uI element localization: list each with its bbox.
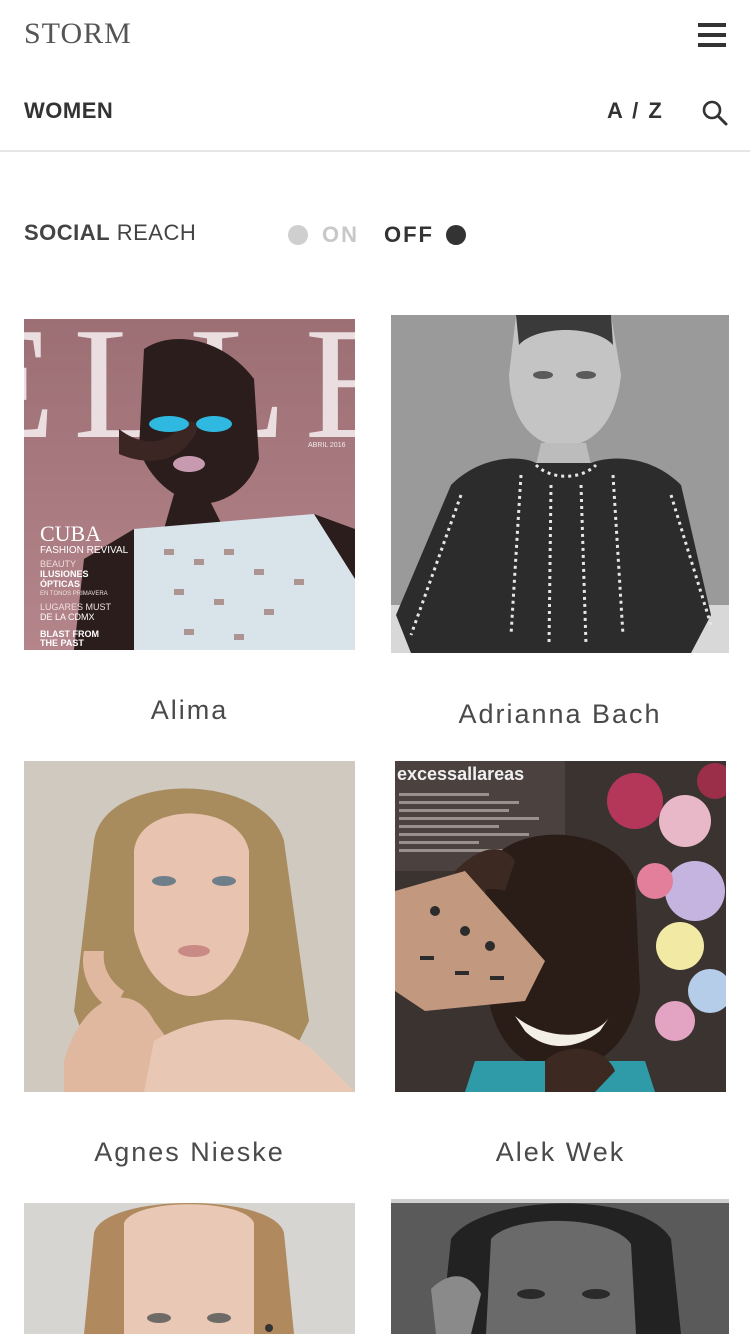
cover-headline: CUBA (40, 521, 101, 546)
cover-masthead: excessallareas (397, 764, 524, 784)
radio-dot-icon (288, 225, 308, 245)
cover-sub: FASHION REVIVAL (40, 545, 129, 556)
category-nav-bar: WOMEN A / Z (0, 78, 750, 152)
model-photo (391, 1199, 729, 1334)
model-card[interactable] (391, 1199, 729, 1334)
social-reach-label: SOCIAL REACH (24, 220, 196, 246)
social-reach-on-toggle[interactable]: ON (288, 220, 359, 250)
model-name: Alek Wek (495, 1137, 626, 1167)
cover-date: ABRIL 2016 (308, 442, 346, 449)
model-photo: ELLE ABRIL 2016 CUBA (24, 319, 355, 650)
cover-line: ILUSIONES (40, 569, 89, 579)
model-photo (391, 315, 729, 653)
cover-line: ÓPTICAS (40, 578, 80, 589)
cover-line: EN TONOS PRIMAVERA (40, 591, 108, 597)
social-label-bold: SOCIAL (24, 220, 111, 245)
model-card-alek-wek[interactable]: excessallareas Alek Wek (395, 761, 726, 1181)
model-photo (24, 1203, 355, 1334)
model-name: Agnes Nieske (94, 1137, 285, 1167)
sort-a-z-button[interactable]: A / Z (607, 98, 664, 124)
radio-dot-selected-icon (446, 225, 466, 245)
model-photo: excessallareas (395, 761, 726, 1092)
page: STORM WOMEN A / Z SOCIAL REACH ON OFF AB… (0, 0, 750, 1334)
cover-line: BEAUTY (40, 559, 76, 569)
model-card-adrianna-bach[interactable]: Adrianna Bach (391, 315, 729, 739)
hamburger-menu-icon[interactable] (695, 20, 729, 50)
menu-bar (698, 23, 726, 27)
cover-line: THE PAST (40, 638, 84, 648)
cover-line: LUGARES MUST (40, 602, 112, 612)
model-photo (24, 761, 355, 1092)
model-card-agnes-nieske[interactable]: Agnes Nieske (24, 761, 355, 1181)
menu-bar (698, 33, 726, 37)
storm-logo[interactable]: STORM (24, 14, 132, 54)
social-reach-off-toggle[interactable]: OFF (384, 220, 466, 250)
social-label-rest: REACH (110, 220, 197, 245)
category-women[interactable]: WOMEN (24, 98, 113, 124)
on-label: ON (322, 222, 359, 247)
search-icon[interactable] (700, 98, 730, 128)
model-card-alima[interactable]: ELLE ABRIL 2016 CUBA (24, 319, 355, 739)
cover-line: DE LA CDMX (40, 612, 95, 622)
model-card[interactable] (24, 1203, 355, 1334)
model-name: Adrianna Bach (458, 699, 662, 729)
off-label: OFF (384, 222, 434, 247)
menu-bar (698, 43, 726, 47)
model-name: Alima (150, 695, 229, 725)
